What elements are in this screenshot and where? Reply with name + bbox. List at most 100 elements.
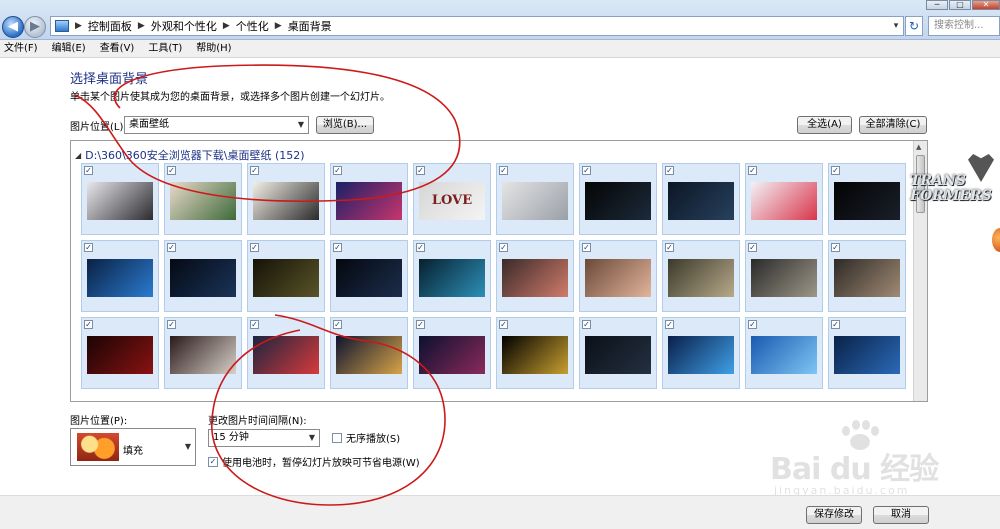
wallpaper-thumbnail-battle-scene-3[interactable] (834, 259, 900, 297)
wallpaper-thumbnail-windows7-teal[interactable] (419, 259, 485, 297)
wallpaper-tile[interactable]: ✓ (496, 163, 574, 235)
address-dropdown-icon[interactable]: ▾ (889, 21, 903, 31)
wallpaper-thumbnail-love-text[interactable]: LOVE (419, 182, 485, 220)
wallpaper-tile[interactable]: ✓ (413, 240, 491, 312)
wallpaper-thumbnail-windows7-dark[interactable] (585, 182, 651, 220)
wallpaper-thumbnail-windows7-black[interactable] (834, 182, 900, 220)
tile-checkbox[interactable]: ✓ (167, 320, 176, 329)
wallpaper-tile[interactable]: ✓ (662, 163, 740, 235)
wallpaper-tile[interactable]: ✓ (745, 317, 823, 389)
wallpaper-tile[interactable]: ✓ (579, 317, 657, 389)
wallpaper-thumbnail-windows7-sky[interactable] (751, 336, 817, 374)
minimize-button[interactable]: ─ (926, 0, 948, 10)
chevron-right-icon[interactable]: ▶ (223, 21, 230, 31)
tile-checkbox[interactable]: ✓ (748, 243, 757, 252)
chevron-right-icon[interactable]: ▶ (138, 21, 145, 31)
collapse-triangle-icon[interactable]: ◢ (75, 151, 81, 160)
group-header[interactable]: ◢ D:\360\360安全浏览器下载\桌面壁纸 (152) (75, 147, 305, 163)
cancel-button[interactable]: 取消 (873, 506, 929, 524)
breadcrumb-item[interactable]: 桌面背景 (288, 18, 332, 34)
address-bar[interactable]: ▶ 控制面板 ▶ 外观和个性化 ▶ 个性化 ▶ 桌面背景 ▾ (50, 16, 904, 36)
wallpaper-thumbnail-ff13-lightning[interactable] (502, 259, 568, 297)
back-button[interactable]: ◀ (2, 16, 24, 38)
wallpaper-tile[interactable]: ✓ LOVE (413, 163, 491, 235)
tile-checkbox[interactable]: ✓ (499, 166, 508, 175)
tile-checkbox[interactable]: ✓ (250, 320, 259, 329)
wallpaper-thumbnail-battle-scene-2[interactable] (751, 259, 817, 297)
wallpaper-thumbnail-windows-logo-blue[interactable] (668, 336, 734, 374)
browse-button[interactable]: 浏览(B)... (316, 116, 374, 134)
wallpaper-thumbnail-one-piece-crew[interactable] (253, 182, 319, 220)
wallpaper-tile[interactable]: ✓ (413, 317, 491, 389)
wallpaper-tile[interactable]: ✓ (330, 163, 408, 235)
wallpaper-tile[interactable]: ✓ (496, 240, 574, 312)
wallpaper-thumbnail-dark-streak[interactable] (170, 259, 236, 297)
wallpaper-tile[interactable]: ✓ (330, 317, 408, 389)
wallpaper-thumbnail-splash-figure[interactable] (502, 182, 568, 220)
interval-select[interactable]: 15 分钟 ▼ (208, 429, 320, 447)
tile-checkbox[interactable]: ✓ (250, 166, 259, 175)
breadcrumb-item[interactable]: 外观和个性化 (151, 18, 217, 34)
tile-checkbox[interactable]: ✓ (416, 320, 425, 329)
tile-checkbox[interactable]: ✓ (333, 243, 342, 252)
wallpaper-thumbnail-anime-characters[interactable] (170, 182, 236, 220)
menu-tools[interactable]: 工具(T) (148, 40, 182, 57)
menu-file[interactable]: 文件(F) (4, 40, 38, 57)
menu-edit[interactable]: 编辑(E) (52, 40, 86, 57)
chevron-right-icon[interactable]: ▶ (275, 21, 282, 31)
wallpaper-tile[interactable]: ✓ (164, 163, 242, 235)
wallpaper-tile[interactable]: ✓ (247, 317, 325, 389)
wallpaper-gallery[interactable]: ◢ D:\360\360安全浏览器下载\桌面壁纸 (152) ✓ ✓ ✓ ✓ ✓ LOVE… (70, 140, 928, 402)
tile-checkbox[interactable]: ✓ (250, 243, 259, 252)
wallpaper-thumbnail-blue-flare[interactable] (87, 259, 153, 297)
tile-checkbox[interactable]: ✓ (84, 243, 93, 252)
wallpaper-tile[interactable]: ✓ (81, 163, 159, 235)
picture-location-select[interactable]: 桌面壁纸 ▼ (124, 116, 309, 134)
wallpaper-thumbnail-space-clouds[interactable] (419, 336, 485, 374)
wallpaper-tile[interactable]: ✓ (164, 240, 242, 312)
tile-checkbox[interactable]: ✓ (167, 166, 176, 175)
wallpaper-tile[interactable]: ✓ (164, 317, 242, 389)
wallpaper-thumbnail-planet-horizon[interactable] (502, 336, 568, 374)
tile-checkbox[interactable]: ✓ (333, 320, 342, 329)
tile-checkbox[interactable]: ✓ (582, 243, 591, 252)
wallpaper-thumbnail-swordsman[interactable] (170, 336, 236, 374)
tile-checkbox[interactable]: ✓ (333, 166, 342, 175)
tile-checkbox[interactable]: ✓ (582, 320, 591, 329)
wallpaper-thumbnail-text-dark[interactable] (585, 336, 651, 374)
wallpaper-tile[interactable]: ✓ (579, 240, 657, 312)
forward-button[interactable]: ▶ (24, 16, 46, 38)
tile-checkbox[interactable]: ✓ (831, 243, 840, 252)
tile-checkbox[interactable]: ✓ (748, 166, 757, 175)
wallpaper-tile[interactable]: ✓ (828, 163, 906, 235)
wallpaper-tile[interactable]: ✓ (745, 240, 823, 312)
wallpaper-tile[interactable]: ✓ (81, 240, 159, 312)
tile-checkbox[interactable]: ✓ (831, 320, 840, 329)
wallpaper-thumbnail-windows7-gold[interactable] (253, 259, 319, 297)
wallpaper-thumbnail-nebula[interactable] (336, 182, 402, 220)
menu-view[interactable]: 查看(V) (100, 40, 135, 57)
breadcrumb-item[interactable]: 个性化 (236, 18, 269, 34)
wallpaper-tile[interactable]: ✓ (330, 240, 408, 312)
tile-checkbox[interactable]: ✓ (665, 243, 674, 252)
wallpaper-tile[interactable]: ✓ (745, 163, 823, 235)
tile-checkbox[interactable]: ✓ (499, 243, 508, 252)
picture-position-select[interactable]: 填充 ▼ (70, 428, 196, 466)
wallpaper-thumbnail-battle-scene[interactable] (668, 259, 734, 297)
search-input[interactable]: 搜索控制... (928, 16, 1000, 36)
wallpaper-thumbnail-dark-streak-2[interactable] (336, 259, 402, 297)
scroll-up-icon[interactable]: ▲ (916, 143, 921, 151)
menu-help[interactable]: 帮助(H) (196, 40, 231, 57)
wallpaper-thumbnail-windows7-light[interactable] (668, 182, 734, 220)
breadcrumb-item[interactable]: 控制面板 (88, 18, 132, 34)
checkbox-box[interactable]: ✓ (208, 456, 218, 467)
wallpaper-tile[interactable]: ✓ (662, 240, 740, 312)
refresh-button[interactable]: ↻ (905, 16, 923, 36)
tile-checkbox[interactable]: ✓ (665, 320, 674, 329)
wallpaper-tile[interactable]: ✓ (496, 317, 574, 389)
wallpaper-thumbnail-golden-galaxy[interactable] (336, 336, 402, 374)
wallpaper-thumbnail-ff13-portrait[interactable] (585, 259, 651, 297)
save-changes-button[interactable]: 保存修改 (806, 506, 862, 524)
wallpaper-thumbnail-portrait-girl[interactable] (87, 182, 153, 220)
wallpaper-tile[interactable]: ✓ (81, 317, 159, 389)
